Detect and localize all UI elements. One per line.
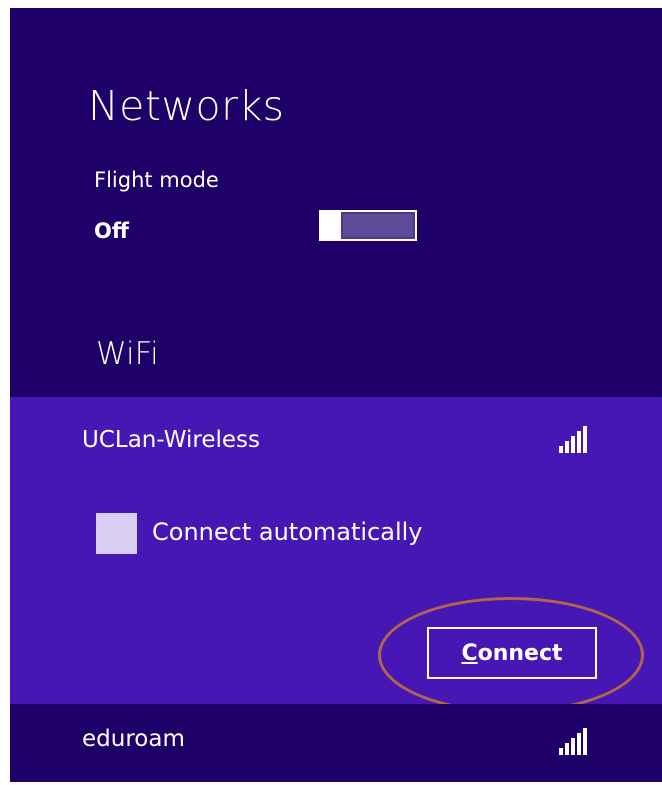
connect-button-mnemonic: C [461, 640, 478, 666]
wifi-section-label: WiFi [96, 336, 159, 372]
connect-button[interactable]: Connect [427, 627, 597, 679]
networks-panel: Networks Flight mode Off WiFi UCLan-Wire… [10, 8, 662, 782]
flight-mode-toggle[interactable] [319, 210, 417, 241]
connect-button-label: onnect [477, 640, 563, 666]
connect-automatically-checkbox[interactable] [96, 513, 137, 554]
signal-strength-icon [559, 425, 589, 453]
toggle-thumb[interactable] [319, 210, 341, 241]
network-item-uclan-wireless[interactable]: UCLan-Wireless Connect automatically Con… [10, 397, 662, 704]
panel-title: Networks [88, 82, 285, 130]
connect-automatically-label[interactable]: Connect automatically [152, 518, 422, 546]
network-name: eduroam [82, 726, 185, 752]
flight-mode-state: Off [94, 219, 129, 243]
flight-mode-label: Flight mode [94, 168, 219, 192]
network-item-eduroam[interactable]: eduroam [10, 704, 662, 782]
signal-strength-icon [559, 727, 589, 755]
toggle-track [343, 214, 413, 237]
network-name: UCLan-Wireless [82, 427, 260, 453]
